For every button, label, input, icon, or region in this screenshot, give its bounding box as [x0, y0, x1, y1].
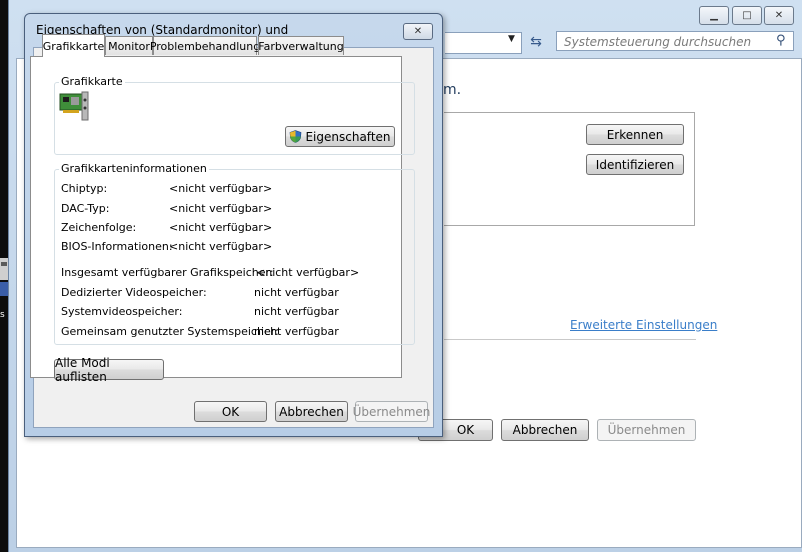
adapter-properties-label: Eigenschaften — [305, 129, 391, 144]
divider — [444, 339, 696, 340]
cancel-button[interactable]: Abbrechen — [275, 401, 348, 422]
total-memory-label: Insgesamt verfügbarer Grafikspeicher: — [61, 266, 274, 279]
bg-apply-button: Übernehmen — [597, 419, 696, 441]
ok-button[interactable]: OK — [194, 401, 267, 422]
search-input[interactable]: Systemsteuerung durchsuchen — [556, 31, 794, 51]
total-memory-value: <nicht verfügbar> — [256, 266, 360, 279]
bios-value: <nicht verfügbar> — [169, 240, 273, 253]
identify-button[interactable]: Identifizieren — [586, 154, 684, 175]
desktop-icon-fragment: s — [0, 256, 8, 320]
tab-monitor[interactable]: Monitor — [105, 36, 153, 55]
bg-cancel-button[interactable]: Abbrechen — [501, 419, 589, 441]
adapter-group-label: Grafikkarte — [59, 75, 125, 88]
minimize-button[interactable]: ▁ — [699, 6, 729, 25]
system-video-memory-label: Systemvideospeicher: — [61, 305, 183, 318]
info-group — [54, 169, 415, 345]
page-heading-fragment: m. — [443, 82, 462, 98]
system-video-memory-value: nicht verfügbar — [254, 305, 339, 318]
detect-button[interactable]: Erkennen — [586, 124, 684, 145]
maximize-button[interactable]: □ — [732, 6, 762, 25]
apply-button: Übernehmen — [353, 401, 430, 422]
shared-memory-label: Gemeinsam genutzter Systemspeicher: — [61, 325, 279, 338]
bios-label: BIOS-Informationen: — [61, 240, 173, 253]
list-all-modes-button[interactable]: Alle Modi auflisten — [54, 356, 164, 384]
shield-icon — [289, 130, 302, 143]
zeichenfolge-value: <nicht verfügbar> — [169, 221, 273, 234]
chevron-down-icon[interactable]: ▼ — [508, 34, 515, 44]
dedicated-memory-value: nicht verfügbar — [254, 286, 339, 299]
advanced-settings-link[interactable]: Erweiterte Einstellungen — [570, 318, 717, 332]
tab-grafikkarte[interactable]: Grafikkarte — [42, 34, 105, 57]
dac-typ-label: DAC-Typ: — [61, 202, 110, 215]
tab-problembehandlung[interactable]: Problembehandlung — [150, 36, 260, 55]
chiptyp-value: <nicht verfügbar> — [169, 182, 273, 195]
dedicated-memory-label: Dedizierter Videospeicher: — [61, 286, 207, 299]
close-button[interactable]: ✕ — [764, 6, 794, 25]
dac-typ-value: <nicht verfügbar> — [169, 202, 273, 215]
info-group-label: Grafikkarteninformationen — [59, 162, 209, 175]
chiptyp-label: Chiptyp: — [61, 182, 108, 195]
zeichenfolge-label: Zeichenfolge: — [61, 221, 137, 234]
shared-memory-value: nicht verfügbar — [254, 325, 339, 338]
adapter-properties-button[interactable]: Eigenschaften — [285, 126, 395, 147]
graphics-card-icon — [59, 91, 91, 121]
close-icon[interactable]: ✕ — [403, 23, 433, 40]
search-icon[interactable]: ⚲ — [776, 33, 786, 48]
tab-farbverwaltung[interactable]: Farbverwaltung — [258, 36, 344, 55]
desktop-icon-label: s — [0, 310, 5, 320]
refresh-icon[interactable]: ⇆ — [526, 31, 546, 53]
